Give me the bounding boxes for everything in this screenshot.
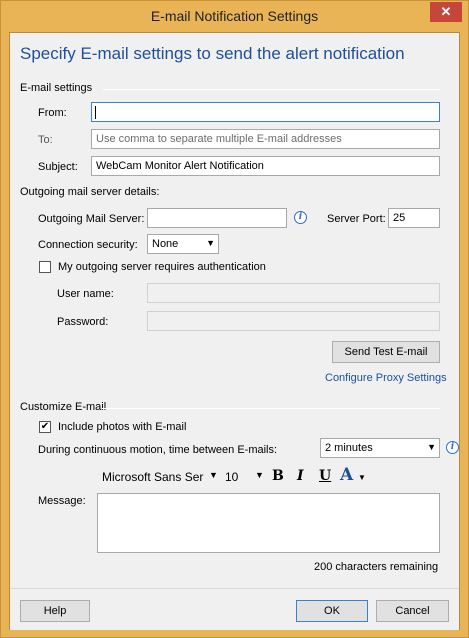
username-field[interactable] — [147, 283, 440, 303]
interval-value: 2 minutes — [325, 442, 373, 454]
include-photos-checkbox[interactable]: ✔ — [39, 421, 51, 433]
text-caret — [95, 106, 96, 119]
underline-button[interactable]: U — [319, 468, 331, 484]
close-button[interactable]: ✕ — [430, 2, 462, 22]
from-field[interactable] — [91, 102, 440, 122]
subject-label: Subject: — [38, 161, 78, 173]
connection-security-select[interactable]: None ▼ — [147, 234, 219, 254]
font-color-button[interactable]: A — [340, 465, 353, 485]
from-label: From: — [38, 107, 67, 119]
info-icon[interactable]: i — [446, 441, 459, 454]
customize-group-label: Customize E-mail — [20, 401, 107, 413]
dialog-client: Specify E-mail settings to send the aler… — [9, 32, 460, 630]
server-port-field[interactable]: 25 — [388, 208, 440, 228]
window-title: E-mail Notification Settings — [150, 8, 319, 24]
outgoing-server-field[interactable] — [147, 208, 287, 228]
chevron-down-icon[interactable]: ▼ — [255, 470, 264, 480]
italic-button[interactable]: I — [297, 468, 304, 484]
footer-bar: Help OK Cancel — [10, 588, 459, 630]
chevron-down-icon: ▼ — [206, 238, 215, 248]
chars-remaining-text: 200 characters remaining — [314, 561, 439, 573]
include-photos-label: Include photos with E-mail — [58, 421, 187, 433]
username-label: User name: — [57, 288, 114, 300]
to-label: To: — [38, 134, 53, 146]
bold-button[interactable]: B — [272, 468, 284, 484]
page-title: Specify E-mail settings to send the aler… — [20, 44, 405, 63]
title-bar[interactable]: E-mail Notification Settings ✕ — [1, 1, 468, 32]
interval-label: During continuous motion, time between E… — [38, 444, 278, 456]
send-test-email-button[interactable]: Send Test E-mail — [332, 341, 440, 363]
message-textarea[interactable] — [97, 493, 440, 553]
configure-proxy-link[interactable]: Configure Proxy Settings — [325, 372, 447, 384]
auth-label: My outgoing server requires authenticati… — [58, 261, 266, 273]
to-field[interactable]: Use comma to separate multiple E-mail ad… — [91, 129, 440, 149]
interval-select[interactable]: 2 minutes ▼ — [320, 438, 440, 458]
font-name-select[interactable]: Microsoft Sans Ser — [102, 470, 203, 484]
chevron-down-icon[interactable]: ▼ — [358, 473, 366, 482]
info-icon[interactable]: i — [294, 211, 307, 224]
divider — [103, 89, 440, 90]
chevron-down-icon[interactable]: ▼ — [209, 470, 218, 480]
help-button[interactable]: Help — [20, 600, 90, 622]
subject-field[interactable]: WebCam Monitor Alert Notification — [91, 156, 440, 176]
outgoing-server-label: Outgoing Mail Server: — [38, 213, 145, 225]
password-field[interactable] — [147, 311, 440, 331]
server-port-label: Server Port: — [327, 213, 386, 225]
dialog-window: E-mail Notification Settings ✕ Specify E… — [0, 0, 469, 638]
divider — [102, 408, 440, 409]
email-settings-group-label: E-mail settings — [20, 82, 93, 94]
connection-security-label: Connection security: — [38, 239, 138, 251]
server-group-label: Outgoing mail server details: — [20, 186, 160, 198]
connection-security-value: None — [152, 238, 179, 250]
ok-button[interactable]: OK — [296, 600, 368, 622]
password-label: Password: — [57, 316, 109, 328]
auth-checkbox[interactable] — [39, 261, 51, 273]
font-size-select[interactable]: 10 — [225, 470, 238, 484]
cancel-button[interactable]: Cancel — [376, 600, 449, 622]
message-label: Message: — [38, 495, 86, 507]
chevron-down-icon: ▼ — [427, 442, 436, 452]
